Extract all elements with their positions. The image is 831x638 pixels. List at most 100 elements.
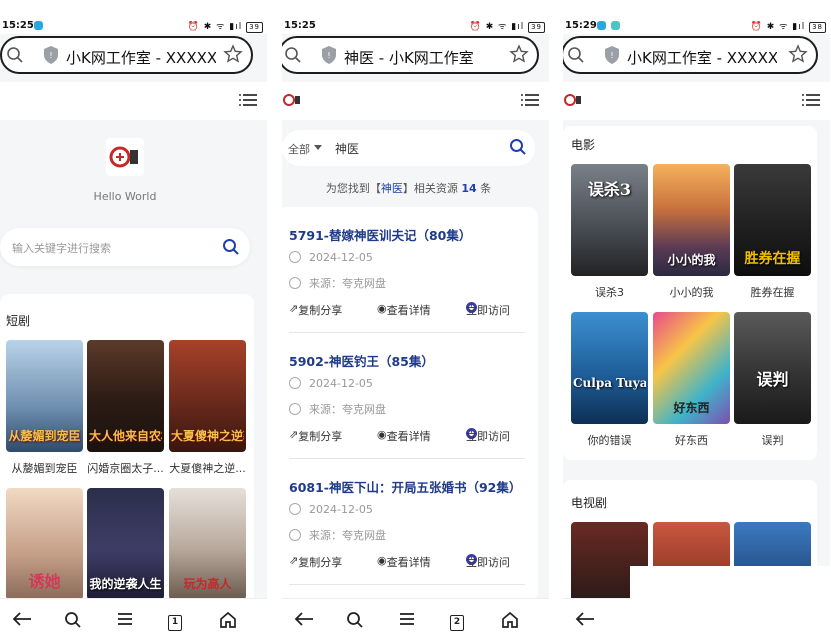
result-title[interactable]: 5791-替嫁神医训夫记（80集） [289, 225, 471, 244]
poster-2[interactable]: 大夏傻神之逆袭 [169, 340, 246, 452]
site-logo[interactable] [282, 92, 302, 112]
address-bar[interactable]: ! 神医 - 小K网工作室 [282, 36, 539, 74]
poster-title-1[interactable]: 闪婚京圈太子... [87, 460, 164, 476]
notification-icon [34, 21, 43, 30]
section-title: 电影 [571, 138, 596, 152]
back-icon[interactable] [294, 611, 314, 631]
share-button[interactable]: ⇗ 复制分享 [289, 554, 342, 569]
poster-5[interactable]: 误判 [734, 312, 811, 424]
svg-text:!: ! [327, 51, 330, 60]
share-button[interactable]: ⇗ 复制分享 [289, 302, 342, 317]
poster-2[interactable]: 胜券在握 [734, 164, 811, 276]
detail-button[interactable]: ◉ 查看详情 [377, 428, 431, 443]
search-icon[interactable] [64, 611, 82, 633]
status-time: 15:25 [284, 20, 316, 31]
star-icon[interactable] [509, 44, 529, 68]
poster-4[interactable]: 我的逆袭人生 [87, 488, 164, 600]
poster-0[interactable]: 从嫠媚到宠臣 [6, 340, 83, 452]
result-date: 2024-12-05 [289, 503, 373, 516]
clock-icon [289, 503, 301, 515]
poster-0[interactable]: 误杀3 [571, 164, 648, 276]
movie-title-1[interactable]: 小小的我 [653, 284, 730, 300]
poster-3[interactable]: Culpa Tuya [571, 312, 648, 424]
poster-title-2[interactable]: 大夏傻神之逆... [169, 460, 246, 476]
home-icon[interactable] [501, 611, 519, 633]
phone-screen-home: 15:25 ⏰ ✱ ᯤ ▮ıl 39 ! 小K网工作室 - XXXXX... H… [0, 0, 267, 638]
poster-1[interactable]: 小小的我 [653, 164, 730, 276]
url-text[interactable]: 神医 - 小K网工作室 [344, 47, 494, 68]
menu-icon[interactable] [521, 92, 539, 111]
phone-screen-category: 15:29 ⏰ ✱ ᯤ ▮ıl 38 ! 小K网工作室 - XXXXX... 电… [563, 0, 830, 638]
search-icon[interactable] [6, 46, 24, 68]
poster-3[interactable]: 诱她 [6, 488, 83, 600]
poster-5[interactable]: 玩为高人 [169, 488, 246, 600]
status-time: 15:25 [2, 20, 34, 31]
search-filter-bar[interactable]: 全部 神医 [282, 130, 535, 166]
clock-icon [289, 377, 301, 389]
shield-icon: ! [42, 45, 60, 69]
tabs-button[interactable]: 2 [450, 609, 464, 631]
poster-4[interactable]: 好东西 [653, 312, 730, 424]
movie-title-0[interactable]: 误杀3 [571, 284, 648, 300]
battery-icon: 39 [528, 22, 545, 33]
search-query[interactable]: 神医 [335, 140, 359, 157]
section-title: 短剧 [6, 314, 31, 328]
tabs-button[interactable]: 1 [168, 609, 182, 631]
menu-icon[interactable] [802, 92, 820, 111]
back-icon[interactable] [575, 611, 595, 631]
search-input[interactable]: 输入关键字进行搜索 [12, 240, 111, 256]
share-button[interactable]: ⇗ 复制分享 [289, 428, 342, 443]
url-text[interactable]: 小K网工作室 - XXXXX... [627, 47, 777, 68]
detail-button[interactable]: ◉ 查看详情 [377, 554, 431, 569]
detail-button[interactable]: ◉ 查看详情 [377, 302, 431, 317]
chevron-down-icon[interactable] [314, 145, 322, 150]
search-icon[interactable] [567, 46, 585, 68]
phone-screen-search: 15:25 ⏰ ✱ ᯤ ▮ıl 39 ! 神医 - 小K网工作室 全部 神医 为… [282, 0, 549, 638]
result-title[interactable]: 5902-神医钓王（85集） [289, 351, 434, 370]
movie-title-5[interactable]: 误判 [734, 432, 811, 448]
result-title[interactable]: 6081-神医下山：开局五张婚书（92集） [289, 477, 521, 496]
movie-title-3[interactable]: 你的错误 [571, 432, 648, 448]
site-logo[interactable] [563, 92, 583, 112]
scope-select[interactable]: 全部 [288, 141, 310, 157]
app-notification-icon [611, 21, 620, 30]
site-header [563, 82, 830, 120]
result-count-text: 为您找到【神医】相关资源 14 条 [325, 182, 492, 195]
menu-icon[interactable] [117, 611, 133, 630]
status-icons: ⏰ ✱ ᯤ ▮ıl 39 [470, 19, 545, 33]
tab-count: 2 [450, 615, 464, 631]
star-icon[interactable] [788, 44, 808, 68]
status-bar: 15:29 ⏰ ✱ ᯤ ▮ıl 38 [563, 0, 830, 34]
status-time: 15:29 [565, 20, 597, 31]
status-icons: ⏰ ✱ ᯤ ▮ıl 38 [751, 19, 826, 33]
back-icon[interactable] [12, 611, 32, 631]
movie-title-2[interactable]: 胜券在握 [734, 284, 811, 300]
search-icon[interactable] [222, 238, 240, 260]
star-icon[interactable] [223, 44, 243, 68]
poster-title-0[interactable]: 从嫠媚到宠臣 [6, 460, 83, 476]
movie-title-4[interactable]: 好东西 [653, 432, 730, 448]
status-bar: 15:25 ⏰ ✱ ᯤ ▮ıl 39 [0, 0, 267, 34]
results-list: 5791-替嫁神医训夫记（80集） 2024-12-05 来源：夸克网盘 ⇗ 复… [282, 207, 538, 602]
address-bar[interactable]: ! 小K网工作室 - XXXXX... [0, 36, 253, 74]
url-text[interactable]: 小K网工作室 - XXXXX... [66, 47, 216, 68]
status-icons: ⏰ ✱ ᯤ ▮ıl 39 [188, 19, 263, 33]
result-source: 来源：夸克网盘 [289, 401, 386, 417]
keyword-search-box[interactable]: 输入关键字进行搜索 [0, 228, 250, 266]
globe-icon [289, 529, 301, 541]
movies-section: 电影 误杀3 小小的我 胜券在握 误杀3 小小的我 胜券在握 Culpa Tuy… [563, 126, 817, 460]
search-icon[interactable] [509, 138, 527, 160]
section-title: 电视剧 [571, 496, 608, 510]
menu-icon[interactable] [399, 611, 415, 630]
menu-icon[interactable] [239, 92, 257, 111]
browser-bottom-nav: 1 [0, 598, 267, 638]
search-icon[interactable] [346, 611, 364, 633]
address-bar[interactable]: ! 小K网工作室 - XXXXX... [563, 36, 818, 74]
poster-1[interactable]: 大人他来自农村 [87, 340, 164, 452]
svg-text:!: ! [610, 51, 613, 60]
globe-icon [289, 277, 301, 289]
result-source: 来源：夸克网盘 [289, 275, 386, 291]
search-icon[interactable] [284, 46, 302, 68]
hello-text: Hello World [93, 190, 157, 203]
home-icon[interactable] [219, 611, 237, 633]
